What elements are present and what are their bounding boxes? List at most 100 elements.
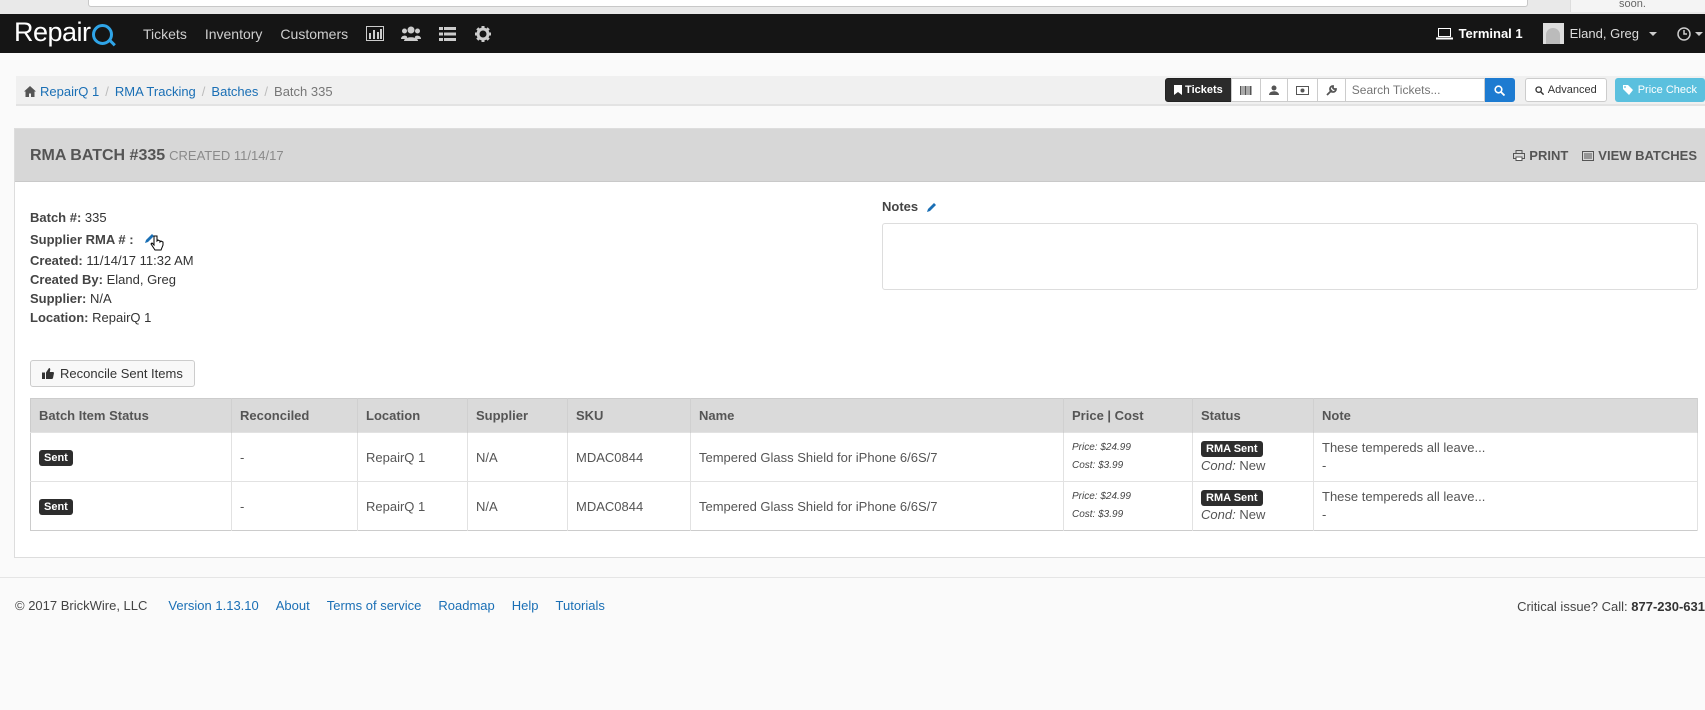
bookmark-icon — [1174, 85, 1183, 95]
home-icon — [24, 85, 36, 97]
location-cell: RepairQ 1 — [357, 432, 468, 482]
supplier-value: N/A — [89, 291, 112, 306]
list-alt-icon — [1582, 150, 1595, 161]
footer-help-link[interactable]: Help — [512, 598, 539, 613]
barcode-search-tab[interactable] — [1230, 78, 1261, 102]
cond-value: New — [1239, 458, 1266, 473]
user-menu[interactable]: Eland, Greg — [1542, 23, 1657, 44]
note-text: These tempereds all leave... — [1322, 440, 1486, 455]
batch-title: RMA BATCH #335 — [30, 147, 166, 164]
supplier-cell: N/A — [467, 481, 568, 531]
user-name: Eland, Greg — [1569, 26, 1639, 41]
notes-heading: Notes — [882, 199, 938, 214]
column-header[interactable]: Batch Item Status — [30, 398, 232, 433]
created-by-value: Eland, Greg — [106, 272, 176, 287]
view-batches-button[interactable]: VIEW BATCHES — [1582, 148, 1697, 163]
search-input[interactable] — [1344, 78, 1485, 102]
breadcrumb-batches[interactable]: Batches — [211, 84, 258, 99]
chevron-down-icon — [1695, 31, 1703, 36]
terminal-label: Terminal 1 — [1458, 26, 1523, 41]
column-header[interactable]: Location — [357, 398, 468, 433]
barcode-icon — [1239, 85, 1252, 95]
edit-notes-icon[interactable] — [926, 201, 938, 213]
gear-icon[interactable] — [471, 14, 495, 53]
cost-value: Cost: $3.99 — [1072, 509, 1124, 520]
support-phone: 877-230-631 — [1631, 599, 1705, 614]
column-header[interactable]: Supplier — [467, 398, 568, 433]
terminal-selector[interactable]: Terminal 1 — [1435, 26, 1523, 41]
laptop-icon — [1435, 27, 1453, 39]
footer: © 2017 BrickWire, LLC Version 1.13.10 Ab… — [0, 577, 1705, 617]
batch-details: Batch #: 335 Supplier RMA # : Created: 1… — [30, 208, 194, 327]
repairq-logo[interactable]: Repair — [14, 17, 113, 48]
notes-box[interactable] — [882, 223, 1698, 290]
users-icon[interactable] — [399, 14, 423, 53]
batch-number-value: 335 — [84, 210, 107, 225]
breadcrumb-sep: / — [264, 83, 269, 99]
breadcrumb-rma-tracking[interactable]: RMA Tracking — [115, 84, 196, 99]
user-icon — [1268, 85, 1279, 95]
note-dash: - — [1322, 507, 1327, 522]
column-header[interactable]: Name — [690, 398, 1064, 433]
reconcile-sent-items-button[interactable]: Reconcile Sent Items — [30, 360, 195, 387]
footer-about-link[interactable]: About — [276, 598, 310, 613]
browser-strip: soon. — [0, 0, 1705, 14]
nav-inventory[interactable]: Inventory — [196, 26, 272, 42]
cond-value: New — [1239, 507, 1266, 522]
brand-text: Repair — [14, 17, 91, 47]
breadcrumb-repairq[interactable]: RepairQ 1 — [40, 84, 99, 99]
brand-q-icon — [91, 24, 113, 45]
address-bar[interactable] — [88, 0, 1528, 7]
column-header[interactable]: Status — [1192, 398, 1314, 433]
customer-search-tab[interactable] — [1259, 78, 1288, 102]
reconcile-label: Reconcile Sent Items — [60, 366, 183, 381]
notification-toast: soon. — [1570, 0, 1705, 12]
price-check-button[interactable]: Price Check — [1614, 78, 1705, 102]
table-header-row: Batch Item Status Reconciled Location Su… — [30, 398, 1698, 433]
print-button[interactable]: PRINT — [1513, 148, 1568, 163]
advanced-search-button[interactable]: Advanced — [1524, 78, 1607, 102]
tickets-search-tab[interactable]: Tickets — [1165, 78, 1232, 102]
rma-status-badge: RMA Sent — [1201, 441, 1263, 457]
location-value: RepairQ 1 — [92, 310, 152, 325]
tags-icon — [1622, 85, 1633, 95]
nav-tickets[interactable]: Tickets — [134, 26, 196, 42]
supplier-label: Supplier: — [30, 291, 87, 306]
breadcrumb: RepairQ 1 / RMA Tracking / Batches / Bat… — [24, 76, 333, 106]
column-header[interactable]: SKU — [567, 398, 691, 433]
table-row[interactable]: Sent - RepairQ 1 N/A MDAC0844 Tempered G… — [30, 481, 1698, 531]
critical-issue-contact: Critical issue? Call: 877-230-631 — [1517, 599, 1705, 614]
reports-icon[interactable] — [363, 14, 387, 53]
footer-tutorials-link[interactable]: Tutorials — [556, 598, 605, 613]
batch-items-table: Batch Item Status Reconciled Location Su… — [30, 398, 1698, 531]
search-button[interactable] — [1484, 78, 1515, 102]
status-badge: Sent — [39, 498, 73, 515]
created-label: Created: — [30, 253, 83, 268]
search-icon — [1494, 84, 1506, 96]
avatar — [1542, 23, 1564, 44]
supplier-rma-label: Supplier RMA # : — [30, 231, 134, 247]
clock-menu[interactable] — [1677, 26, 1703, 41]
table-row[interactable]: Sent - RepairQ 1 N/A MDAC0844 Tempered G… — [30, 432, 1698, 482]
critical-label: Critical issue? Call: — [1517, 599, 1628, 614]
sku-cell: MDAC0844 — [567, 432, 691, 482]
breadcrumb-current: Batch 335 — [274, 83, 333, 99]
supplier-cell: N/A — [467, 432, 568, 482]
created-value: 11/14/17 11:32 AM — [86, 253, 194, 268]
footer-roadmap-link[interactable]: Roadmap — [438, 598, 494, 613]
money-search-tab[interactable] — [1286, 78, 1318, 102]
repair-search-tab[interactable] — [1316, 78, 1346, 102]
nav-customers[interactable]: Customers — [271, 26, 357, 42]
column-header[interactable]: Price | Cost — [1063, 398, 1193, 433]
footer-terms-link[interactable]: Terms of service — [327, 598, 422, 613]
footer-version-link[interactable]: Version 1.13.10 — [168, 598, 258, 613]
list-icon[interactable] — [435, 14, 459, 53]
breadcrumb-sep: / — [105, 83, 109, 99]
clock-icon — [1677, 26, 1691, 41]
name-cell: Tempered Glass Shield for iPhone 6/6S/7 — [690, 432, 1064, 482]
column-header[interactable]: Note — [1313, 398, 1698, 433]
column-header[interactable]: Reconciled — [231, 398, 358, 433]
price-value: Price: $24.99 — [1072, 442, 1131, 453]
note-text: These tempereds all leave... — [1322, 489, 1486, 504]
reconciled-cell: - — [231, 481, 358, 531]
